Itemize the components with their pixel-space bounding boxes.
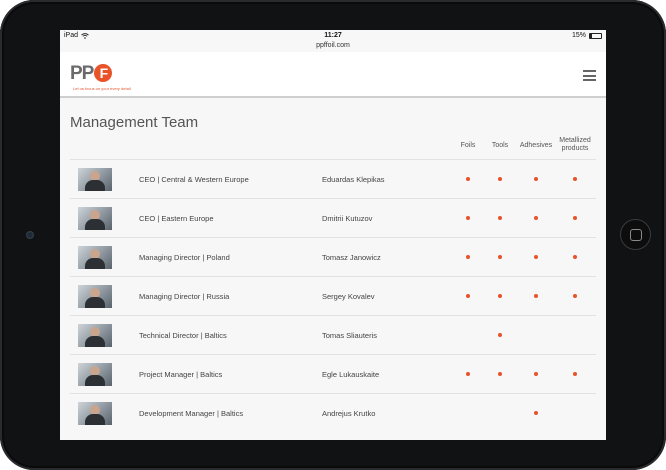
avatar xyxy=(78,246,112,269)
category-dot xyxy=(534,255,538,259)
category-dot xyxy=(466,294,470,298)
member-role: Project Manager | Baltics xyxy=(139,370,223,379)
category-dot xyxy=(573,372,577,376)
category-dot xyxy=(466,372,470,376)
address-bar[interactable]: ppffoil.com xyxy=(60,41,606,51)
category-dot xyxy=(466,177,470,181)
ppf-logo[interactable]: PP F Let us focus on your every detail xyxy=(70,64,160,92)
column-header: Metallized products xyxy=(559,137,591,152)
member-name: Tomas Sliauteris xyxy=(322,331,378,340)
member-name: Eduardas Klepikas xyxy=(322,175,385,184)
member-role: Technical Director | Baltics xyxy=(139,331,227,340)
member-name: Tomasz Janowicz xyxy=(322,253,381,262)
category-dot xyxy=(498,294,502,298)
table-row: Technical Director | Baltics Tomas Sliaut… xyxy=(70,315,596,354)
front-camera xyxy=(26,231,34,239)
category-dot xyxy=(534,216,538,220)
avatar xyxy=(78,285,112,308)
screen: iPad 11:27 15% ppffoil.com PP F Let us fo… xyxy=(60,30,606,440)
column-header: Tools xyxy=(491,142,509,149)
category-dot xyxy=(466,255,470,259)
table-row: Project Manager | Baltics Egle Lukauskait… xyxy=(70,354,596,393)
avatar xyxy=(78,324,112,347)
avatar xyxy=(78,363,112,386)
avatar xyxy=(78,168,112,191)
category-dot xyxy=(498,216,502,220)
page-title: Management Team xyxy=(70,114,199,131)
site-header: PP F Let us focus on your every detail xyxy=(60,52,606,98)
category-dot xyxy=(498,177,502,181)
member-role: CEO | Central & Western Europe xyxy=(139,175,249,184)
member-name: Dmitrii Kutuzov xyxy=(322,214,373,223)
category-dot xyxy=(573,294,577,298)
avatar xyxy=(78,402,112,425)
logo-letter: F xyxy=(94,64,113,82)
category-dot xyxy=(498,333,502,337)
category-dot xyxy=(534,177,538,181)
member-role: Development Manager | Baltics xyxy=(139,409,244,418)
avatar xyxy=(78,207,112,230)
category-dot xyxy=(466,216,470,220)
table-row: Development Manager | Baltics Andrejus Kr… xyxy=(70,393,596,432)
column-header: Adhesives xyxy=(519,142,553,149)
table-row: CEO | Eastern Europe Dmitrii Kutuzov xyxy=(70,198,596,237)
member-name: Sergey Kovalev xyxy=(322,292,375,301)
category-dot xyxy=(534,372,538,376)
category-dot xyxy=(534,294,538,298)
logo-text: PP xyxy=(70,63,94,84)
main-content: Management Team Foils Tools Adhesives Metal… xyxy=(60,98,606,440)
table-row: Managing Director | Poland Tomasz Janowic… xyxy=(70,237,596,276)
ipad-frame: iPad 11:27 15% ppffoil.com PP F Let us fo… xyxy=(0,0,666,470)
category-dot xyxy=(498,255,502,259)
category-dot xyxy=(534,411,538,415)
column-header: Foils xyxy=(460,142,476,149)
member-role: Managing Director | Poland xyxy=(139,253,230,262)
hamburger-menu-icon[interactable] xyxy=(583,70,596,81)
member-name: Egle Lukauskaite xyxy=(322,370,380,379)
category-dot xyxy=(498,372,502,376)
table-row: Managing Director | Russia Sergey Kovalev xyxy=(70,276,596,315)
logo-tagline: Let us focus on your every detail xyxy=(73,86,131,91)
member-role: Managing Director | Russia xyxy=(139,292,230,301)
category-dot xyxy=(573,255,577,259)
member-role: CEO | Eastern Europe xyxy=(139,214,214,223)
table-row: CEO | Central & Western Europe Eduardas K… xyxy=(70,159,596,198)
home-button-icon xyxy=(629,228,642,241)
battery-icon xyxy=(589,33,602,39)
home-button[interactable] xyxy=(620,219,651,250)
member-name: Andrejus Krutko xyxy=(322,409,376,418)
category-dot xyxy=(573,177,577,181)
category-dot xyxy=(573,216,577,220)
